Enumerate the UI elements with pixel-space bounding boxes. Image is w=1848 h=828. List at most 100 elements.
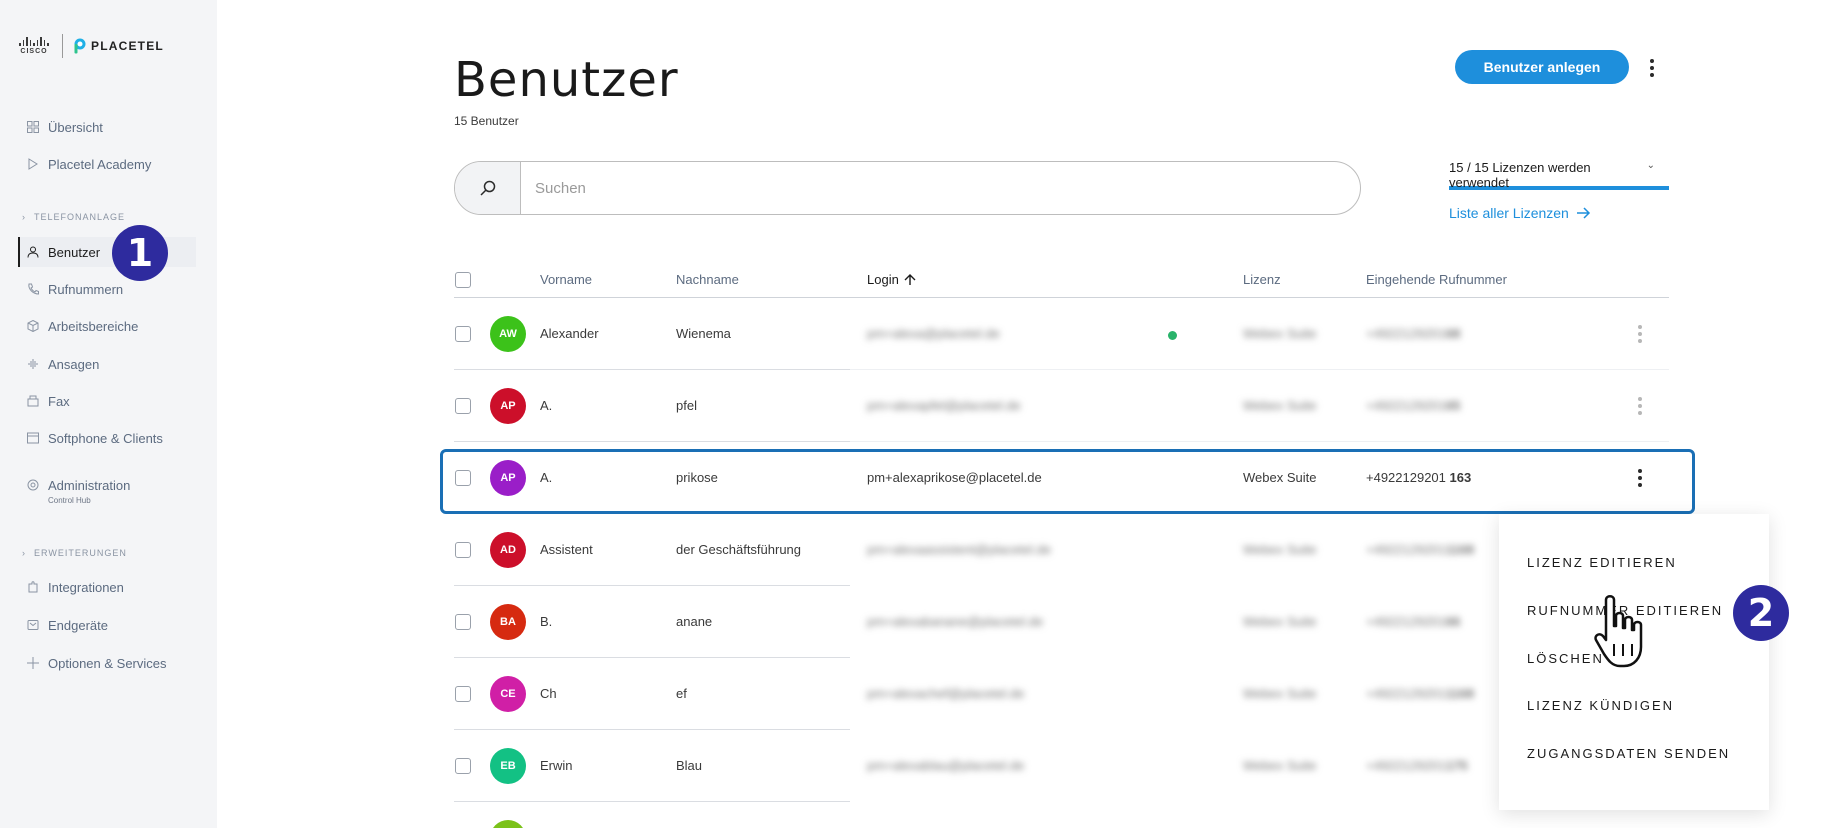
login: pm+alexachef@placetel.de (867, 686, 1025, 701)
user-count: 15 Benutzer (454, 114, 519, 128)
sidebar-item-administration[interactable]: Administration (26, 474, 130, 496)
first-name: Alexander (540, 326, 599, 341)
search-button[interactable] (455, 162, 521, 214)
search-bar (454, 161, 1361, 215)
license: Webex Suite (1243, 614, 1317, 629)
fax-icon (26, 394, 40, 408)
puzzle-icon (26, 580, 40, 594)
column-header-login[interactable]: Login (867, 272, 916, 287)
avatar: AD (490, 532, 526, 568)
chevron-down-icon: ⌄ (1646, 160, 1655, 171)
avatar: CE (490, 676, 526, 712)
sidebar-item-endgeraete[interactable]: Endgeräte (26, 614, 108, 636)
table-row[interactable]: BA B. anane pm+alexabanane@placetel.de W… (454, 586, 1669, 658)
menu-item-cancel-license[interactable]: LIZENZ KÜNDIGEN (1527, 698, 1674, 713)
phone-number: +49221292011168 (1366, 686, 1475, 701)
logo[interactable]: CISCO PLACETEL (16, 34, 164, 58)
online-status-icon (1168, 331, 1177, 340)
sidebar-item-benutzer[interactable]: Benutzer (26, 241, 100, 263)
sidebar-item-ansagen[interactable]: Ansagen (26, 353, 99, 375)
license: Webex Suite (1243, 326, 1317, 341)
row-divider (454, 801, 850, 802)
sidebar-item-label: Arbeitsbereiche (48, 318, 139, 334)
menu-item-send-credentials[interactable]: ZUGANGSDATEN SENDEN (1527, 746, 1730, 761)
section-telefonanlage[interactable]: › TELEFONANLAGE (22, 212, 125, 222)
sidebar-item-sublabel: Control Hub (48, 496, 91, 505)
license-list-link[interactable]: Liste aller Lizenzen (1449, 205, 1591, 221)
row-checkbox[interactable] (455, 758, 471, 774)
sidebar-item-fax[interactable]: Fax (26, 390, 70, 412)
row-checkbox[interactable] (455, 326, 471, 342)
last-name: ef (676, 686, 687, 701)
column-header-label: Login (867, 272, 899, 287)
row-more-menu-icon[interactable] (1635, 395, 1645, 417)
last-name: anane (676, 614, 713, 629)
login: pm+alexabanane@placetel.de (867, 614, 1044, 629)
placetel-wordmark: PLACETEL (91, 39, 164, 53)
section-label: ERWEITERUNGEN (34, 548, 127, 558)
sidebar-item-rufnummern[interactable]: Rufnummern (26, 278, 123, 300)
first-name: Ch (540, 686, 557, 701)
table-row[interactable]: AD Assistent der Geschäftsführung pm+ale… (454, 514, 1669, 586)
column-header-lizenz[interactable]: Lizenz (1243, 272, 1281, 287)
cisco-logo: CISCO (16, 37, 52, 55)
row-checkbox[interactable] (455, 686, 471, 702)
sidebar-item-softphone[interactable]: Softphone & Clients (26, 427, 163, 449)
first-name: A. (540, 398, 553, 413)
page-more-menu-icon[interactable] (1645, 55, 1659, 81)
waveform-icon (26, 357, 40, 371)
column-header-vorname[interactable]: Vorname (540, 272, 592, 287)
grid-icon (26, 120, 40, 134)
phone-number: +49221292011168 (1366, 542, 1475, 557)
avatar: BA (490, 604, 526, 640)
row-checkbox[interactable] (455, 398, 471, 414)
plus-icon (26, 656, 40, 670)
row-highlight-frame (440, 449, 1695, 514)
row-checkbox[interactable] (455, 542, 471, 558)
first-name: Erwin (540, 758, 573, 773)
table-row[interactable]: AP A. pfel pm+alexapfel@placetel.de Webe… (454, 370, 1669, 442)
login: pm+alexablau@placetel.de (867, 758, 1025, 773)
sidebar-item-optionen[interactable]: Optionen & Services (26, 652, 167, 674)
chevron-right-icon: › (22, 212, 26, 222)
placetel-logo: PLACETEL (73, 38, 164, 54)
gear-icon (26, 478, 40, 492)
sidebar-item-academy[interactable]: Placetel Academy (26, 153, 151, 175)
row-checkbox[interactable] (455, 614, 471, 630)
column-header-nachname[interactable]: Nachname (676, 272, 739, 287)
license-usage-dropdown[interactable]: 15 / 15 Lizenzen werden verwendet ⌄ (1449, 160, 1669, 190)
sidebar-item-label: Rufnummern (48, 281, 124, 297)
section-label: TELEFONANLAGE (34, 212, 126, 222)
license: Webex Suite (1243, 758, 1317, 773)
create-user-button[interactable]: Benutzer anlegen (1455, 50, 1629, 84)
license: Webex Suite (1243, 686, 1317, 701)
sidebar-item-uebersicht[interactable]: Übersicht (26, 116, 103, 138)
table-row[interactable]: CE Ch ef pm+alexachef@placetel.de Webex … (454, 658, 1669, 730)
first-name: Assistent (540, 542, 593, 557)
sidebar-item-integrationen[interactable]: Integrationen (26, 576, 124, 598)
sidebar-item-label: Fax (48, 393, 70, 409)
menu-item-edit-license[interactable]: LIZENZ EDITIEREN (1527, 555, 1677, 570)
select-all-checkbox[interactable] (455, 272, 471, 288)
sidebar-item-arbeitsbereiche[interactable]: Arbeitsbereiche (26, 315, 138, 337)
license-usage-label: 15 / 15 Lizenzen werden verwendet (1449, 160, 1591, 190)
phone-icon (26, 282, 40, 296)
sidebar-item-label: Administration (48, 477, 131, 493)
section-erweiterungen[interactable]: › ERWEITERUNGEN (22, 548, 127, 558)
sidebar-item-label: Integrationen (48, 579, 124, 595)
avatar-partial (490, 820, 526, 828)
login: pm+alexapfel@placetel.de (867, 398, 1021, 413)
sidebar-item-label: Placetel Academy (48, 156, 152, 172)
user-icon (26, 245, 40, 259)
column-header-rufnummer[interactable]: Eingehende Rufnummer (1366, 272, 1507, 287)
table-row[interactable]: AW Alexander Wienema pm+alexa@placetel.d… (454, 298, 1669, 370)
window-icon (26, 431, 40, 445)
phone-number: +492212920168 (1366, 326, 1461, 341)
sort-ascending-icon (904, 273, 916, 285)
search-input[interactable] (521, 162, 1360, 214)
logo-divider (62, 34, 63, 58)
phone-number: +492212920166 (1366, 614, 1461, 629)
table-row[interactable]: EB Erwin Blau pm+alexablau@placetel.de W… (454, 730, 1669, 802)
last-name: der Geschäftsführung (676, 542, 802, 557)
row-more-menu-icon[interactable] (1635, 323, 1645, 345)
